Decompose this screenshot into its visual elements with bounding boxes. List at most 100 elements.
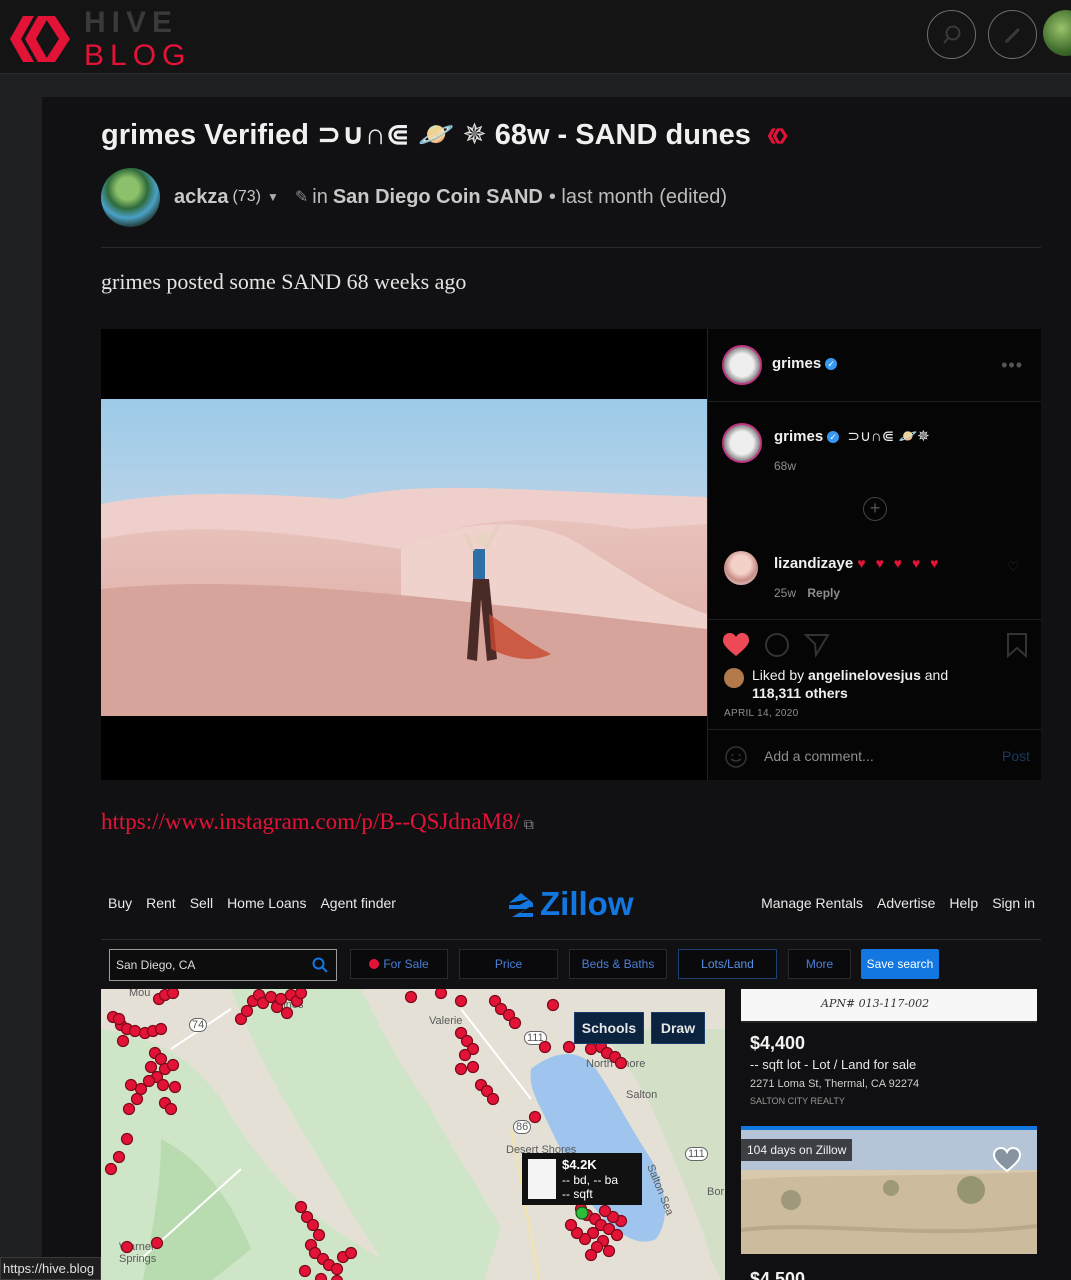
for-sale-filter[interactable]: For Sale [350,949,448,979]
beds-baths-filter[interactable]: Beds & Baths [569,949,667,979]
nav-sell[interactable]: Sell [190,895,213,911]
listing-pin[interactable] [458,1048,472,1062]
listing-pin[interactable] [330,1262,344,1276]
hive-logo-icon[interactable] [8,12,74,66]
listing-pin[interactable] [404,990,418,1004]
favorite-heart-icon[interactable] [993,1147,1021,1173]
listing-pin[interactable] [546,998,560,1012]
listing-pin[interactable] [120,1132,134,1146]
commenter-avatar[interactable] [724,551,758,585]
emoji-icon[interactable] [724,745,748,769]
listing-pin[interactable] [166,1058,180,1072]
post-comment-button[interactable]: Post [1002,748,1030,764]
listing-pin[interactable] [150,1236,164,1250]
listing-pin[interactable] [344,1246,358,1260]
listing-pin[interactable] [264,990,278,1004]
listing-pin[interactable] [314,1272,328,1280]
nav-home-loans[interactable]: Home Loans [227,895,306,911]
selected-listing-pin[interactable] [575,1206,589,1220]
listing-pin[interactable] [168,1080,182,1094]
zillow-logo[interactable]: Zillow [506,885,634,923]
map-listing-popup[interactable]: $4.2K -- bd, -- ba -- sqft [522,1153,642,1205]
more-filter[interactable]: More [788,949,851,979]
listing-pin[interactable] [330,1274,344,1280]
listing-pin[interactable] [134,1082,148,1096]
listing-pin[interactable] [116,1034,130,1048]
price-filter[interactable]: Price [459,949,558,979]
listing-pin[interactable] [298,1264,312,1278]
listing-pin[interactable] [528,1110,542,1124]
search-button[interactable] [927,10,976,59]
liked-by-count[interactable]: 118,311 others [752,685,848,701]
listing-pin[interactable] [454,1062,468,1076]
listing-pin[interactable] [144,1060,158,1074]
nav-help[interactable]: Help [949,895,978,911]
listing-document-thumbnail[interactable]: APN# 013-117-002 [741,989,1037,1023]
chevron-down-icon[interactable]: ▼ [267,190,279,204]
nav-sign-in[interactable]: Sign in [992,895,1035,911]
listing-pin[interactable] [156,1078,170,1092]
listing-pin[interactable] [602,1244,616,1258]
more-options-icon[interactable]: ••• [1001,355,1023,376]
listing-pin[interactable] [128,1024,142,1038]
nav-manage-rentals[interactable]: Manage Rentals [761,895,863,911]
listing-pin[interactable] [312,1228,326,1242]
listing-pin[interactable] [294,1200,308,1214]
nav-rent[interactable]: Rent [146,895,176,911]
save-search-button[interactable]: Save search [861,949,939,979]
comment-bubble-icon[interactable] [764,632,790,658]
listing-pin[interactable] [486,1092,500,1106]
listing-pin[interactable] [280,1006,294,1020]
listing-pin[interactable] [538,1040,552,1054]
listing-price[interactable]: $4,400 [750,1033,805,1054]
location-search-input[interactable]: San Diego, CA [109,949,337,981]
listing-pin[interactable] [598,1204,612,1218]
commenter-username[interactable]: lizandizaye [774,555,853,572]
listing-pin[interactable] [154,1022,168,1036]
caption-username[interactable]: grimes ✓ ⊃∪∩⋐ 🪐✵ [774,427,930,445]
liked-by-user[interactable]: angelinelovesjus [808,667,921,683]
listing-pin[interactable] [164,1102,178,1116]
liker-avatar[interactable] [724,668,744,688]
listing-pin[interactable] [614,1056,628,1070]
reply-link[interactable]: Reply [807,586,840,600]
listing-pin[interactable] [130,1092,144,1106]
listing-pin[interactable] [124,1078,138,1092]
search-icon[interactable] [312,957,328,973]
listing-pin[interactable] [294,989,308,1000]
next-listing-price[interactable]: $4,500 [750,1269,805,1280]
listing-pin[interactable] [274,992,288,1006]
load-more-comments-icon[interactable]: + [863,497,887,521]
comment-input[interactable]: Add a comment... [764,748,874,764]
instagram-media[interactable] [101,329,707,780]
caption-avatar[interactable] [722,423,762,463]
write-post-button[interactable] [988,10,1037,59]
author-name[interactable]: ackza [174,186,229,209]
schools-button[interactable]: Schools [574,1012,644,1044]
zillow-map[interactable]: Mou Pines Valerie Salton Desert Shores S… [101,989,725,1280]
listing-pin[interactable] [122,1102,136,1116]
user-avatar[interactable] [1043,10,1071,56]
listing-pin[interactable] [240,1004,254,1018]
listing-pin[interactable] [610,1228,624,1242]
listing-address[interactable]: 2271 Loma St, Thermal, CA 92274 [750,1078,919,1090]
community-link[interactable]: San Diego Coin SAND [333,186,543,209]
draw-button[interactable]: Draw [651,1012,705,1044]
instagram-link[interactable]: https://www.instagram.com/p/B--QSJdnaM8/… [101,809,534,835]
lots-land-filter[interactable]: Lots/Land [678,949,777,979]
listing-pin[interactable] [154,1052,168,1066]
listing-pin[interactable] [104,1162,118,1176]
listing-pin[interactable] [564,1218,578,1232]
nav-buy[interactable]: Buy [108,895,132,911]
hive-blog-wordmark[interactable]: HIVE BLOG [84,8,191,71]
listing-pin[interactable] [584,1042,598,1056]
listing-pin[interactable] [584,1248,598,1262]
nav-agent-finder[interactable]: Agent finder [320,895,396,911]
nav-advertise[interactable]: Advertise [877,895,935,911]
listing-pin[interactable] [120,1240,134,1254]
listing-pin[interactable] [466,1060,480,1074]
listing-pin[interactable] [166,989,180,1000]
instagram-avatar[interactable] [722,345,762,385]
listing-pin[interactable] [508,1016,522,1030]
listing-pin[interactable] [562,1040,576,1054]
